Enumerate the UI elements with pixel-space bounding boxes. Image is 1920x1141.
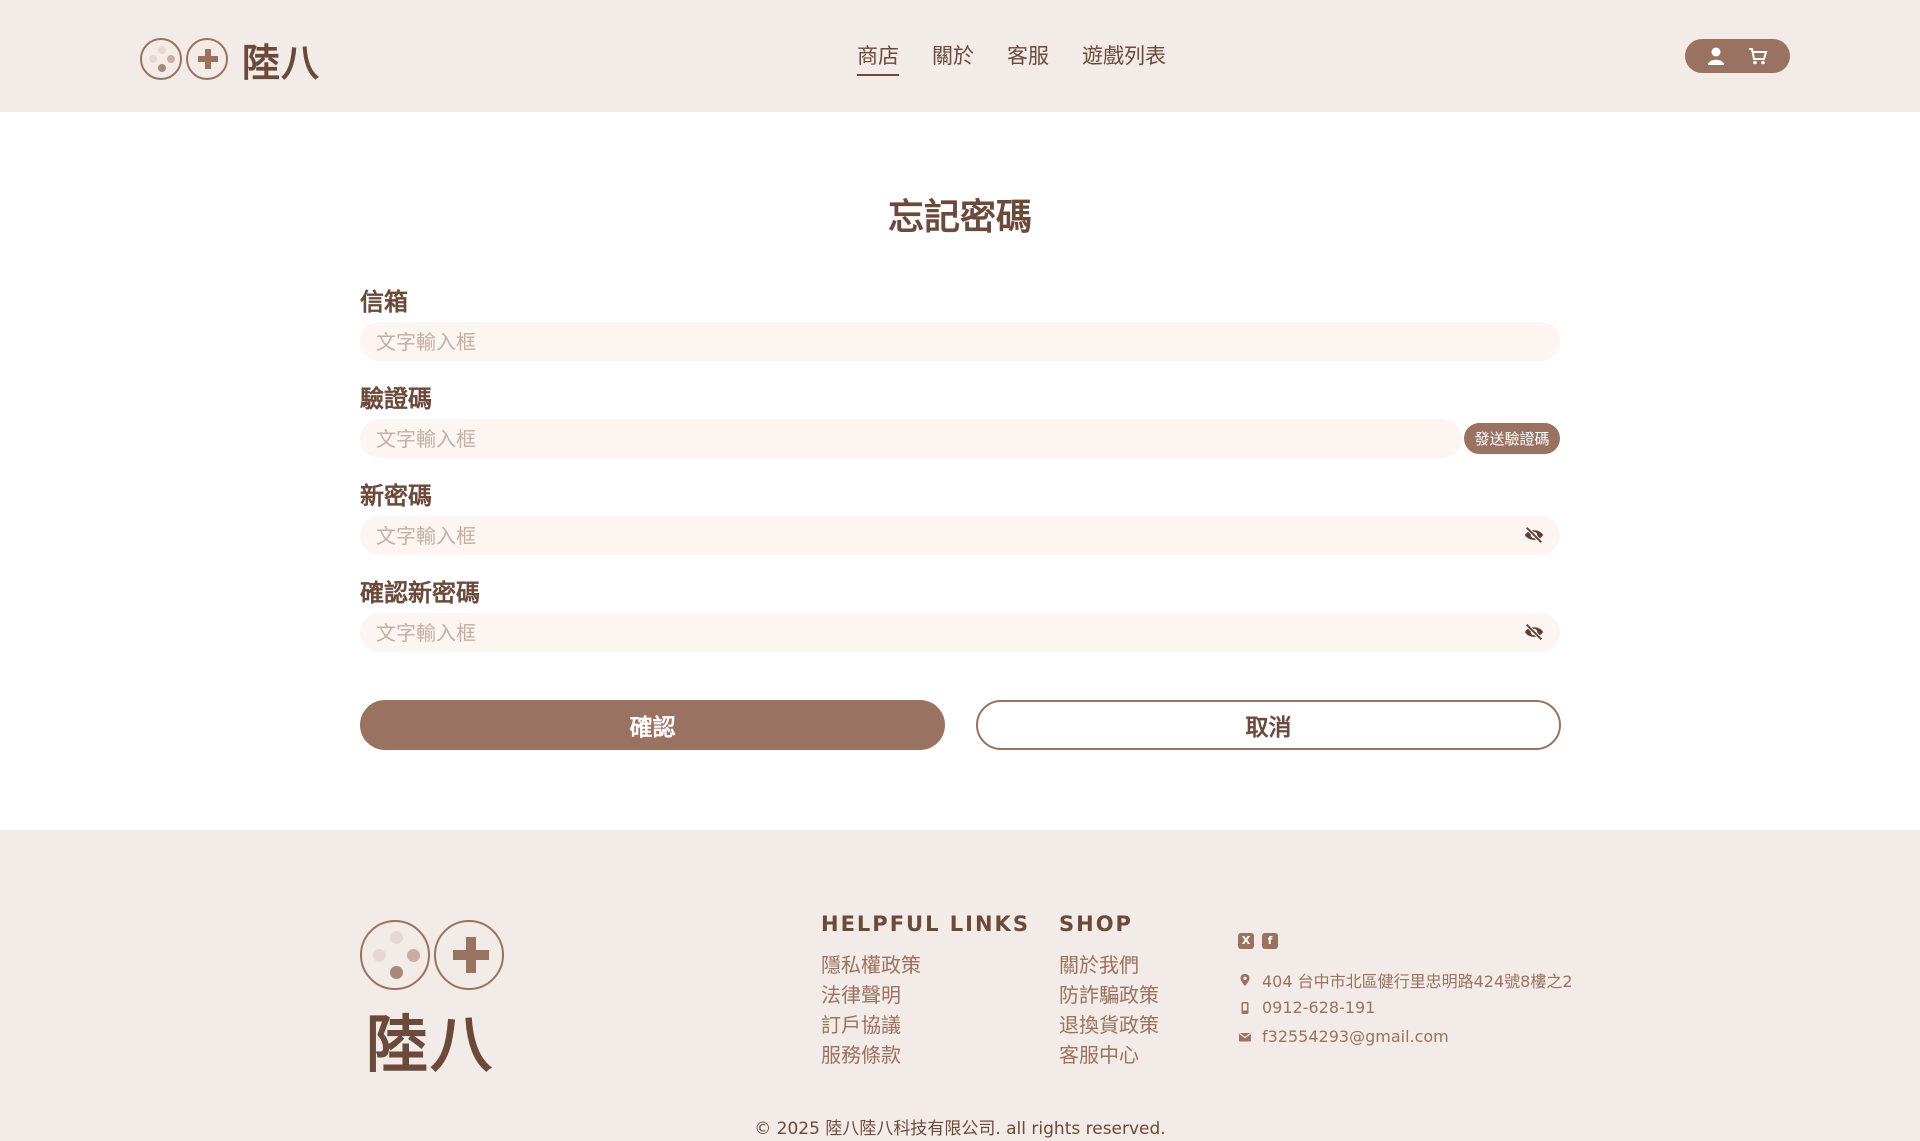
facebook-icon[interactable]: f	[1262, 933, 1278, 949]
confirm-password-input[interactable]	[360, 613, 1560, 652]
nav-game-list[interactable]: 遊戲列表	[1082, 40, 1166, 76]
helpful-links: HELPFUL LINKS 隱私權政策 法律聲明 訂戶協議 服務條款	[821, 912, 1030, 1070]
contact-phone: 0912-628-191	[1238, 998, 1375, 1017]
address-text: 404 台中市北區健行里忠明路424號8樓之2	[1262, 972, 1573, 991]
footer-logo[interactable]: 陸八	[360, 920, 505, 1084]
phone-icon	[1241, 1001, 1249, 1014]
logo-plus-circle	[186, 38, 228, 80]
new-password-label: 新密碼	[360, 482, 432, 510]
verification-code-label: 驗證碼	[360, 385, 432, 413]
nav-about[interactable]: 關於	[932, 40, 974, 76]
page-title: 忘記密碼	[887, 197, 1032, 238]
link-privacy-policy[interactable]: 隱私權政策	[821, 950, 1030, 980]
email-text[interactable]: f32554293@gmail.com	[1262, 1027, 1449, 1046]
x-icon[interactable]: X	[1238, 933, 1254, 949]
contact-email: f32554293@gmail.com	[1238, 1027, 1449, 1046]
cart-icon[interactable]	[1748, 47, 1768, 65]
send-code-button[interactable]: 發送驗證碼	[1464, 423, 1560, 454]
logo[interactable]: 陸八	[140, 36, 320, 85]
logo-text: 陸八	[242, 40, 321, 85]
helpful-links-heading: HELPFUL LINKS	[821, 912, 1030, 936]
logo-dots-circle	[140, 38, 182, 80]
shop-heading: SHOP	[1059, 912, 1133, 936]
cancel-button[interactable]: 取消	[976, 700, 1561, 750]
link-terms-of-service[interactable]: 服務條款	[821, 1040, 1030, 1070]
main-nav: 商店 關於 客服 遊戲列表	[857, 40, 1166, 76]
nav-support[interactable]: 客服	[1007, 40, 1049, 76]
mail-icon	[1239, 1032, 1251, 1041]
footer-logo-text: 陸八	[366, 1008, 495, 1081]
new-password-input[interactable]	[360, 516, 1560, 555]
nav-shop[interactable]: 商店	[857, 40, 899, 76]
email-input[interactable]	[360, 322, 1560, 361]
social-links: X f	[1238, 933, 1278, 949]
logo-plus-circle	[434, 920, 504, 990]
user-icon[interactable]	[1707, 47, 1724, 65]
link-subscriber-agreement[interactable]: 訂戶協議	[821, 1010, 1030, 1040]
phone-text: 0912-628-191	[1262, 998, 1376, 1017]
link-support-center[interactable]: 客服中心	[1059, 1040, 1159, 1070]
confirm-button[interactable]: 確認	[360, 700, 945, 750]
email-label: 信箱	[360, 288, 408, 316]
logo-dots-circle	[360, 920, 430, 990]
user-actions	[1685, 39, 1790, 73]
link-anti-fraud[interactable]: 防詐騙政策	[1059, 980, 1159, 1010]
contact-address: 404 台中市北區健行里忠明路424號8樓之2	[1238, 968, 1573, 992]
site-header: 陸八 商店 關於 客服 遊戲列表	[0, 0, 1920, 112]
site-footer: 陸八 HELPFUL LINKS 隱私權政策 法律聲明 訂戶協議 服務條款 SH…	[0, 830, 1920, 1141]
link-legal-notice[interactable]: 法律聲明	[821, 980, 1030, 1010]
confirm-password-label: 確認新密碼	[360, 579, 480, 607]
link-about-us[interactable]: 關於我們	[1059, 950, 1159, 980]
copyright: © 2025 陸八陸八科技有限公司. all rights reserved.	[754, 1119, 1166, 1139]
link-return-policy[interactable]: 退換貨政策	[1059, 1010, 1159, 1040]
eye-off-icon[interactable]	[1523, 621, 1545, 643]
shop-links: SHOP 關於我們 防詐騙政策 退換貨政策 客服中心	[1059, 912, 1159, 1070]
verification-code-input[interactable]	[360, 419, 1462, 458]
location-icon	[1240, 974, 1250, 986]
eye-off-icon[interactable]	[1523, 524, 1545, 546]
